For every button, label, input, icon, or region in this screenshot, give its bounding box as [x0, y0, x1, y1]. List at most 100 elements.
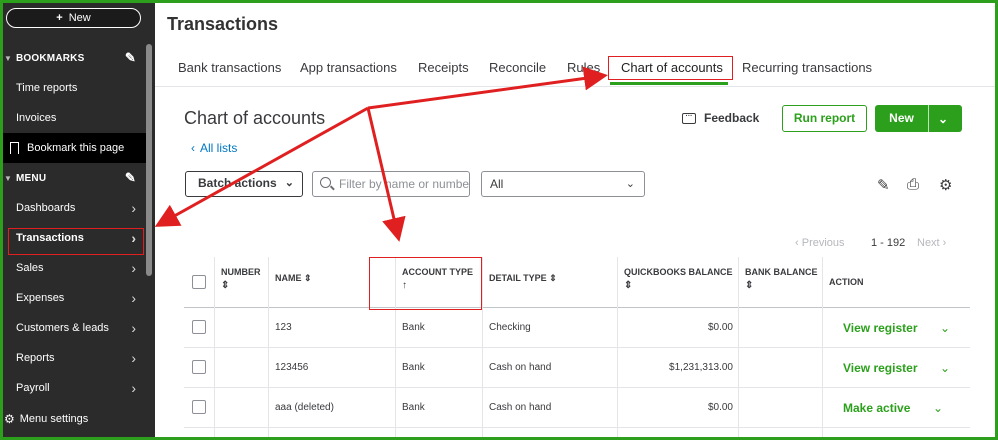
cell-quickbooks-balance: $0.00: [707, 322, 733, 333]
sidebar-item-reports[interactable]: Reports ›: [0, 343, 150, 373]
bookmarks-header[interactable]: ▼ BOOKMARKS ✎: [0, 43, 150, 73]
batch-actions-dropdown[interactable]: Batch actions ⌄: [185, 171, 303, 197]
edit-pencil-icon[interactable]: ✎: [125, 170, 136, 186]
view-register-link[interactable]: View register: [843, 348, 917, 388]
row-checkbox[interactable]: [192, 320, 206, 334]
sidebar-item-label: Reports: [16, 352, 55, 364]
chevron-right-icon: ›: [131, 350, 136, 366]
feedback-icon: ···: [682, 112, 696, 124]
tab-divider: [155, 86, 998, 87]
print-icon[interactable]: ⎙: [907, 176, 919, 193]
button-separator: [928, 105, 929, 132]
sidebar-item-dashboards[interactable]: Dashboards ›: [0, 193, 150, 223]
sidebar-item-label: Transactions: [16, 232, 84, 244]
sidebar-item-transactions[interactable]: Transactions ›: [0, 223, 150, 253]
chevron-right-icon: ›: [131, 320, 136, 336]
menu-header[interactable]: ▼ MENU ✎: [0, 163, 150, 193]
search-input[interactable]: Filter by name or number: [312, 171, 470, 197]
chevron-down-icon[interactable]: ⌄: [940, 348, 950, 388]
menu-settings-button[interactable]: ⚙ Menu settings: [4, 412, 88, 426]
sidebar-item-label: Invoices: [16, 112, 57, 124]
bookmarks-header-label: BOOKMARKS: [16, 52, 85, 64]
sort-icon: ⇕: [624, 280, 633, 291]
gear-icon: ⚙: [4, 412, 15, 426]
sidebar: + New ▼ BOOKMARKS ✎ Time reports Invoices…: [0, 0, 155, 440]
page-title: Transactions: [167, 14, 279, 34]
pager-range: 1 - 192: [871, 237, 906, 249]
sidebar-item-payroll[interactable]: Payroll ›: [0, 373, 150, 403]
chevron-down-icon[interactable]: ⌄: [940, 308, 950, 348]
view-register-link[interactable]: View register: [843, 308, 917, 348]
chevron-down-icon[interactable]: ⌄: [938, 112, 948, 126]
new-account-button[interactable]: New ⌄: [875, 105, 962, 132]
tab-recurring-transactions[interactable]: Recurring transactions: [742, 60, 872, 75]
tab-bank-transactions[interactable]: Bank transactions: [178, 60, 281, 75]
section-title: Chart of accounts: [184, 108, 326, 128]
caret-down-icon: ▼: [4, 53, 13, 63]
sidebar-item-expenses[interactable]: Expenses ›: [0, 283, 150, 313]
sidebar-item-label: Expenses: [16, 292, 65, 304]
tab-receipts[interactable]: Receipts: [418, 60, 469, 75]
pager-next-label: Next: [917, 237, 940, 249]
pager-previous[interactable]: ‹ Previous: [795, 237, 845, 249]
menu-settings-label: Menu settings: [19, 413, 89, 425]
table-row[interactable]: aaa (deleted) Bank Cash on hand $0.00 Ma…: [184, 388, 970, 428]
cell-detail-type: Cash on hand: [489, 402, 552, 413]
bookmark-this-page-button[interactable]: Bookmark this page: [0, 133, 150, 163]
edit-pencil-icon[interactable]: ✎: [877, 176, 890, 194]
column-header-label: DETAIL TYPE: [489, 273, 547, 283]
column-header-action: ACTION: [829, 257, 864, 308]
cell-quickbooks-balance: $0.00: [707, 402, 733, 413]
pager-next[interactable]: Next ›: [917, 237, 946, 249]
table-row[interactable]: 123 Bank Checking $0.00 View register ⌄: [184, 308, 970, 348]
cell-account-type: Bank: [402, 402, 425, 413]
column-header-label: ACTION: [829, 277, 864, 287]
chevron-right-icon: ›: [131, 260, 136, 276]
cell-quickbooks-balance: $1,231,313.00: [669, 362, 733, 373]
batch-actions-label: Batch actions: [198, 176, 277, 190]
chevron-down-icon: ⌄: [625, 178, 635, 190]
plus-icon: +: [56, 12, 63, 24]
table-row[interactable]: 123456 Bank Cash on hand $1,231,313.00 V…: [184, 348, 970, 388]
tab-app-transactions[interactable]: App transactions: [300, 60, 397, 75]
make-active-link[interactable]: Make active: [843, 388, 910, 428]
feedback-label: Feedback: [704, 111, 760, 125]
chevron-down-icon[interactable]: ⌄: [933, 388, 943, 428]
sort-icon: ⇕: [221, 280, 230, 291]
new-button[interactable]: + New: [6, 8, 141, 28]
sidebar-item-label: Payroll: [16, 382, 50, 394]
tab-rules[interactable]: Rules: [567, 60, 600, 75]
sidebar-item-label: Sales: [16, 262, 44, 274]
annotation-highlight-chart-of-accounts: [608, 56, 733, 80]
bookmark-this-page-label: Bookmark this page: [27, 142, 125, 154]
column-header-number[interactable]: NUMBER ⇕: [221, 257, 261, 308]
new-button-label: New: [68, 12, 91, 24]
account-filter-select[interactable]: All ⌄: [481, 171, 645, 197]
edit-pencil-icon[interactable]: ✎: [125, 50, 136, 66]
tab-reconcile[interactable]: Reconcile: [489, 60, 546, 75]
menu-header-label: MENU: [16, 172, 47, 184]
sidebar-item-sales[interactable]: Sales ›: [0, 253, 150, 283]
chevron-right-icon: ›: [131, 200, 136, 216]
sidebar-scrollbar[interactable]: [146, 44, 152, 276]
column-header-detail-type[interactable]: DETAIL TYPE ⇕: [489, 257, 557, 308]
sidebar-item-time-reports[interactable]: Time reports: [0, 73, 150, 103]
sidebar-item-label: Dashboards: [16, 202, 76, 214]
column-header-bank-balance[interactable]: BANK BALANCE ⇕: [745, 257, 818, 308]
row-checkbox[interactable]: [192, 400, 206, 414]
cell-account-type: Bank: [402, 322, 425, 333]
row-checkbox[interactable]: [192, 360, 206, 374]
cell-account-type: Bank: [402, 362, 425, 373]
run-report-button[interactable]: Run report: [782, 105, 867, 132]
caret-down-icon: ▼: [4, 173, 13, 183]
column-header-name[interactable]: NAME ⇕: [275, 257, 312, 308]
sidebar-item-invoices[interactable]: Invoices: [0, 103, 150, 133]
all-lists-link[interactable]: ‹ All lists: [191, 141, 237, 155]
gear-icon[interactable]: ⚙: [939, 176, 952, 194]
select-all-checkbox[interactable]: [192, 275, 206, 289]
column-header-quickbooks-balance[interactable]: QUICKBOOKS BALANCE ⇕: [624, 257, 733, 308]
chevron-right-icon: ›: [131, 380, 136, 396]
feedback-button[interactable]: ··· Feedback: [682, 111, 759, 125]
sidebar-item-customers-leads[interactable]: Customers & leads ›: [0, 313, 150, 343]
active-tab-indicator: [610, 82, 728, 85]
